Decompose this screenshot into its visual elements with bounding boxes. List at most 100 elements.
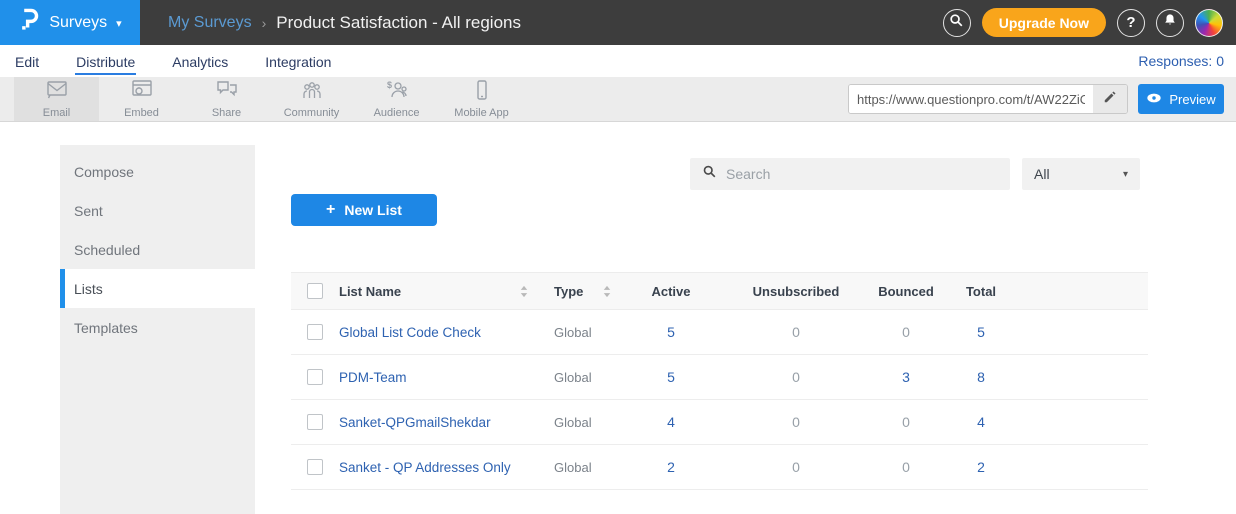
- ribbon-tab-label: Email: [43, 107, 71, 119]
- ribbon-tab-community[interactable]: Community: [269, 77, 354, 121]
- list-type: Global: [538, 460, 621, 475]
- sidebar-item-compose[interactable]: Compose: [60, 152, 255, 191]
- tab-distribute[interactable]: Distribute: [75, 48, 136, 75]
- audience-icon: $: [385, 79, 409, 106]
- list-type: Global: [538, 370, 621, 385]
- active-count[interactable]: 5: [621, 324, 721, 340]
- responses-count[interactable]: Responses: 0: [1138, 53, 1236, 69]
- active-count[interactable]: 4: [621, 414, 721, 430]
- header-total: Total: [941, 284, 1021, 299]
- tab-edit[interactable]: Edit: [14, 48, 40, 75]
- bounced-count[interactable]: 0: [871, 414, 941, 430]
- bounced-count[interactable]: 0: [871, 324, 941, 340]
- survey-nav: Edit Distribute Analytics Integration Re…: [0, 45, 1236, 77]
- search-input-icon: [702, 164, 717, 184]
- tab-analytics[interactable]: Analytics: [171, 48, 229, 75]
- list-name-link[interactable]: Sanket - QP Addresses Only: [339, 460, 538, 475]
- sidebar-item-templates[interactable]: Templates: [60, 308, 255, 347]
- upgrade-now-button[interactable]: Upgrade Now: [982, 8, 1106, 37]
- total-count[interactable]: 2: [941, 459, 1021, 475]
- header-bounced: Bounced: [871, 284, 941, 299]
- ribbon-tab-email[interactable]: Email: [14, 77, 99, 121]
- breadcrumb-my-surveys[interactable]: My Surveys: [168, 14, 252, 32]
- list-filter-dropdown[interactable]: All ▾: [1022, 158, 1140, 190]
- page-title: Product Satisfaction - All regions: [276, 13, 521, 33]
- survey-url-input[interactable]: [849, 85, 1093, 113]
- list-search: [690, 158, 1010, 190]
- ribbon-tab-audience[interactable]: $ Audience: [354, 77, 439, 121]
- list-type: Global: [538, 415, 621, 430]
- embed-icon: [130, 79, 154, 106]
- mobile-app-icon: [470, 79, 494, 106]
- select-all-checkbox[interactable]: [307, 283, 323, 299]
- questionpro-logo-icon: [18, 7, 40, 38]
- community-icon: [300, 79, 324, 106]
- bounced-count[interactable]: 3: [871, 369, 941, 385]
- active-count[interactable]: 5: [621, 369, 721, 385]
- new-list-button[interactable]: + New List: [291, 194, 437, 226]
- header-checkbox-cell: [291, 283, 339, 299]
- bell-icon: [1162, 12, 1178, 33]
- table-row: PDM-Team Global 5 0 3 8: [291, 355, 1148, 400]
- bounced-count[interactable]: 0: [871, 459, 941, 475]
- notifications-button[interactable]: [1156, 9, 1184, 37]
- email-sidebar: Compose Sent Scheduled Lists Templates: [60, 145, 255, 514]
- breadcrumb-separator: ›: [262, 15, 267, 31]
- preview-button-label: Preview: [1169, 92, 1215, 107]
- chevron-down-icon: ▾: [1123, 169, 1128, 180]
- header-type: Type: [538, 284, 621, 299]
- header-list-name: List Name: [339, 284, 538, 299]
- sidebar-item-sent[interactable]: Sent: [60, 191, 255, 230]
- sidebar-item-lists[interactable]: Lists: [60, 269, 255, 308]
- ribbon-tab-share[interactable]: Share: [184, 77, 269, 121]
- unsubscribed-count[interactable]: 0: [721, 369, 871, 385]
- row-checkbox[interactable]: [307, 459, 323, 475]
- lists-table: List Name Type Active Unsubscribed Bounc…: [291, 272, 1148, 490]
- help-button[interactable]: ?: [1117, 9, 1145, 37]
- distribute-toolbar: Email Embed Share Community: [0, 77, 1236, 122]
- search-input[interactable]: [726, 166, 1010, 182]
- svg-text:$: $: [387, 80, 392, 90]
- filter-selected-value: All: [1034, 166, 1123, 182]
- total-count[interactable]: 8: [941, 369, 1021, 385]
- top-bar: Surveys ▾ My Surveys › Product Satisfact…: [0, 0, 1236, 45]
- email-icon: [45, 79, 69, 106]
- unsubscribed-count[interactable]: 0: [721, 459, 871, 475]
- active-count[interactable]: 2: [621, 459, 721, 475]
- row-checkbox[interactable]: [307, 414, 323, 430]
- row-checkbox[interactable]: [307, 324, 323, 340]
- unsubscribed-count[interactable]: 0: [721, 324, 871, 340]
- eye-icon: [1146, 92, 1162, 107]
- survey-url-box: [848, 84, 1128, 114]
- list-name-link[interactable]: Sanket-QPGmailShekdar: [339, 415, 538, 430]
- list-name-link[interactable]: PDM-Team: [339, 370, 538, 385]
- total-count[interactable]: 4: [941, 414, 1021, 430]
- table-header-row: List Name Type Active Unsubscribed Bounc…: [291, 272, 1148, 310]
- surveys-menu-label: Surveys: [49, 14, 107, 32]
- breadcrumb: My Surveys › Product Satisfaction - All …: [168, 13, 521, 33]
- tab-integration[interactable]: Integration: [264, 48, 332, 75]
- unsubscribed-count[interactable]: 0: [721, 414, 871, 430]
- table-row: Sanket-QPGmailShekdar Global 4 0 0 4: [291, 400, 1148, 445]
- survey-link-group: Preview: [848, 77, 1236, 121]
- sort-icon[interactable]: [520, 285, 528, 298]
- preview-button[interactable]: Preview: [1138, 84, 1224, 114]
- ribbon-tab-label: Audience: [374, 107, 420, 119]
- sidebar-item-scheduled[interactable]: Scheduled: [60, 230, 255, 269]
- edit-url-button[interactable]: [1093, 85, 1127, 113]
- list-name-link[interactable]: Global List Code Check: [339, 325, 538, 340]
- top-bar-actions: Upgrade Now ?: [943, 8, 1236, 37]
- total-count[interactable]: 5: [941, 324, 1021, 340]
- sort-icon[interactable]: [603, 285, 611, 298]
- chevron-down-icon: ▾: [116, 17, 122, 30]
- search-button[interactable]: [943, 9, 971, 37]
- plus-icon: +: [326, 201, 335, 219]
- ribbon-tab-label: Mobile App: [454, 107, 508, 119]
- search-icon: [948, 12, 965, 34]
- ribbon-tab-embed[interactable]: Embed: [99, 77, 184, 121]
- avatar[interactable]: [1195, 9, 1223, 37]
- pencil-icon: [1103, 90, 1117, 109]
- ribbon-tab-mobile-app[interactable]: Mobile App: [439, 77, 524, 121]
- surveys-menu[interactable]: Surveys ▾: [0, 0, 140, 45]
- row-checkbox[interactable]: [307, 369, 323, 385]
